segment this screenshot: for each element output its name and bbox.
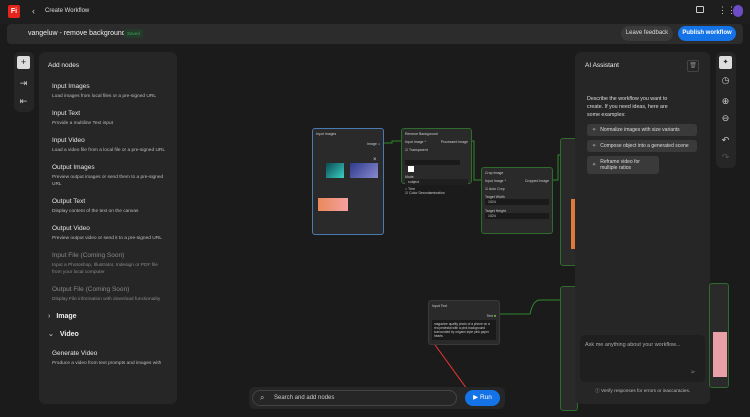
chat-placeholder: Ask me anything about your workflow... — [585, 342, 681, 348]
auto-crop-checkbox[interactable]: ☑ Auto Crop — [485, 187, 549, 191]
input-images-node[interactable]: Input Images Image ● × — [312, 128, 384, 235]
port-text[interactable]: Text ■ — [432, 314, 496, 318]
port-label: Image — [367, 142, 377, 146]
decon-checkbox[interactable]: ☑ Color Decontamination — [405, 191, 468, 195]
chip-label: Compose object into a generated scene — [600, 143, 689, 149]
redo-icon[interactable]: ↷ — [719, 151, 732, 164]
mode-select[interactable]: subject — [405, 179, 468, 185]
zoom-in-icon[interactable]: ⊕ — [719, 95, 732, 108]
color-swatch[interactable] — [408, 166, 414, 172]
close-icon[interactable]: × — [373, 157, 377, 163]
node-title: Remove Background — [405, 132, 438, 136]
target-height-input[interactable]: 1024 — [485, 213, 549, 219]
image-thumbnail[interactable] — [350, 163, 378, 178]
search-placeholder: Search and add nodes — [274, 395, 335, 401]
example-chip[interactable]: ✧ Normalize images with size variants — [587, 124, 697, 136]
sparkle-icon: ✧ — [592, 162, 597, 168]
port-input[interactable]: Input Image * — [485, 179, 506, 183]
search-input[interactable]: ⌕ Search and add nodes — [252, 390, 457, 406]
right-toolbar: ✦ ◷ ⊕ ⊖ ↶ ↷ — [716, 52, 736, 168]
chip-label: Normalize images with size variants — [600, 127, 680, 133]
sparkle-icon: ✧ — [592, 127, 597, 133]
remove-background-node[interactable]: Remove Background Input Image * Processed… — [401, 128, 472, 195]
node-title: Crop Image — [485, 171, 504, 175]
label: Transparent — [409, 148, 428, 152]
disclaimer-text: Verify responses for errors or inaccurac… — [601, 388, 691, 393]
info-icon: ⓘ — [595, 388, 600, 393]
run-button[interactable]: ▶ Run — [465, 390, 500, 406]
sparkle-icon: ✧ — [592, 143, 597, 149]
target-width-input[interactable]: 1024 — [485, 199, 549, 205]
example-chip[interactable]: ✧ Reframe video for multiple ratios — [587, 156, 659, 174]
history-icon[interactable]: ◷ — [719, 74, 732, 87]
annotation-arrow — [429, 337, 468, 390]
send-icon[interactable]: ➢ — [690, 368, 696, 376]
panel-title: AI Assistant — [585, 62, 619, 69]
label: Auto Crop — [488, 187, 505, 191]
undo-icon[interactable]: ↶ — [719, 134, 732, 147]
run-label: Run — [479, 394, 492, 401]
port-label: Text — [486, 314, 493, 318]
example-chip[interactable]: ✧ Compose object into a generated scene — [587, 140, 697, 152]
input-text-node[interactable]: Input Text Text ■ magazine quality photo… — [428, 300, 500, 345]
port-image[interactable]: Image ● — [316, 142, 380, 146]
transparent-checkbox[interactable]: ☑ Transparent — [405, 148, 468, 152]
crop-image-node[interactable]: Crop Image Input Image * Cropped Image ☑ … — [481, 167, 553, 234]
zoom-out-icon[interactable]: ⊖ — [719, 112, 732, 125]
ai-chat-input[interactable]: Ask me anything about your workflow... ➢ — [580, 335, 705, 382]
ai-assistant-icon[interactable]: ✦ — [719, 56, 732, 69]
image-preview — [713, 332, 727, 377]
image-thumbnail[interactable] — [326, 163, 344, 178]
chip-label: Reframe video for multiple ratios — [600, 159, 640, 171]
ai-assistant-panel: AI Assistant 🗑 Describe the workflow you… — [575, 52, 710, 404]
node-title: Input Text — [432, 304, 448, 308]
edge — [383, 140, 403, 144]
edge — [497, 299, 563, 315]
output-node-partial[interactable] — [709, 283, 729, 388]
text-input[interactable]: magazine quality photo of a phone on a r… — [432, 320, 496, 340]
search-icon: ⌕ — [260, 393, 265, 402]
disclaimer: ⓘ Verify responses for errors or inaccur… — [595, 388, 690, 394]
node-title: Input Images — [316, 132, 337, 136]
trash-icon[interactable]: 🗑 — [687, 60, 699, 72]
port-output[interactable]: Cropped Image — [525, 179, 549, 183]
bottom-bar: ⌕ Search and add nodes ▶ Run — [249, 387, 505, 409]
play-icon: ▶ — [473, 394, 479, 401]
image-thumbnail[interactable] — [318, 198, 348, 211]
color-field[interactable] — [405, 160, 460, 165]
port-input[interactable]: Input Image * — [405, 140, 426, 144]
ai-intro: Describe the workflow you want to create… — [587, 96, 668, 118]
port-output[interactable]: Processed Image — [441, 140, 468, 144]
label: Color Decontamination — [409, 191, 445, 195]
